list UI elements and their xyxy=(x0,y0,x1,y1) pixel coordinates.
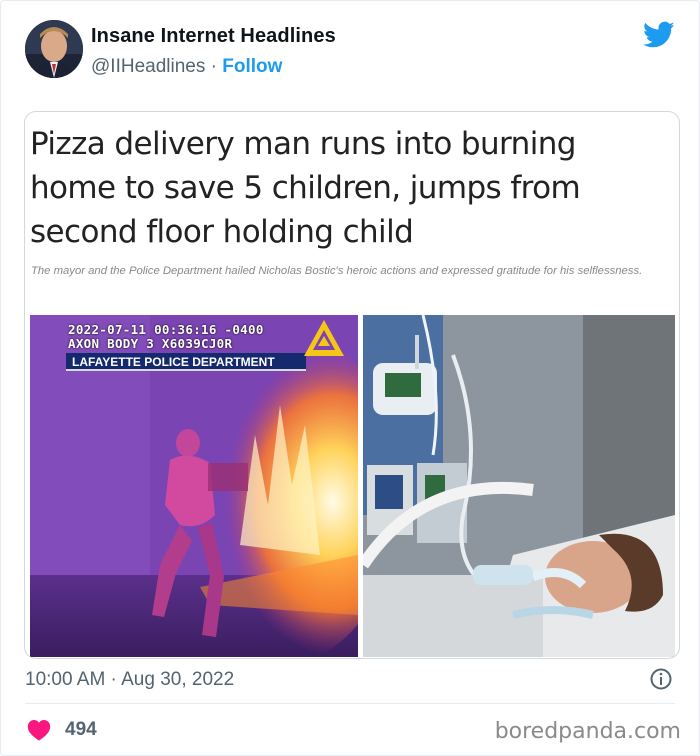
author-name[interactable]: Insane Internet Headlines xyxy=(91,25,336,48)
author-handle[interactable]: @IIHeadlines xyxy=(91,56,205,77)
tweet-timestamp[interactable]: 10:00 AM · Aug 30, 2022 xyxy=(25,669,234,691)
avatar[interactable] xyxy=(25,20,83,78)
footer-divider xyxy=(25,703,675,704)
axon-logo-icon xyxy=(304,320,344,356)
heart-icon[interactable] xyxy=(27,719,51,741)
author-line: @IIHeadlines · Follow xyxy=(91,56,336,78)
author-block: Insane Internet Headlines @IIHeadlines ·… xyxy=(91,25,336,78)
bodycam-device: AXON BODY 3 X6039CJ0R xyxy=(68,336,233,351)
embed-headline: Pizza delivery man runs into burning hom… xyxy=(30,126,581,250)
department-bar: LAFAYETTE POLICE DEPARTMENT xyxy=(66,353,306,371)
like-count[interactable]: 494 xyxy=(65,719,97,741)
tweet-card: Insane Internet Headlines @IIHeadlines ·… xyxy=(0,0,700,756)
embed-caption: The mayor and the Police Department hail… xyxy=(31,265,643,277)
twitter-bird-icon[interactable] xyxy=(643,21,675,49)
bodycam-timestamp: 2022-07-11 00:36:16 -0400 xyxy=(68,322,264,337)
handle-separator: · xyxy=(205,56,223,77)
source-watermark: boredpanda.com xyxy=(494,719,681,744)
bodycam-photo: 2022-07-11 00:36:16 -0400 AXON BODY 3 X6… xyxy=(30,315,358,657)
hospital-photo xyxy=(363,315,675,657)
embedded-image[interactable]: Pizza delivery man runs into burning hom… xyxy=(24,111,680,659)
info-icon[interactable] xyxy=(649,667,673,691)
follow-button[interactable]: Follow xyxy=(222,56,282,77)
bodycam-overlay: 2022-07-11 00:36:16 -0400 AXON BODY 3 X6… xyxy=(68,323,264,351)
